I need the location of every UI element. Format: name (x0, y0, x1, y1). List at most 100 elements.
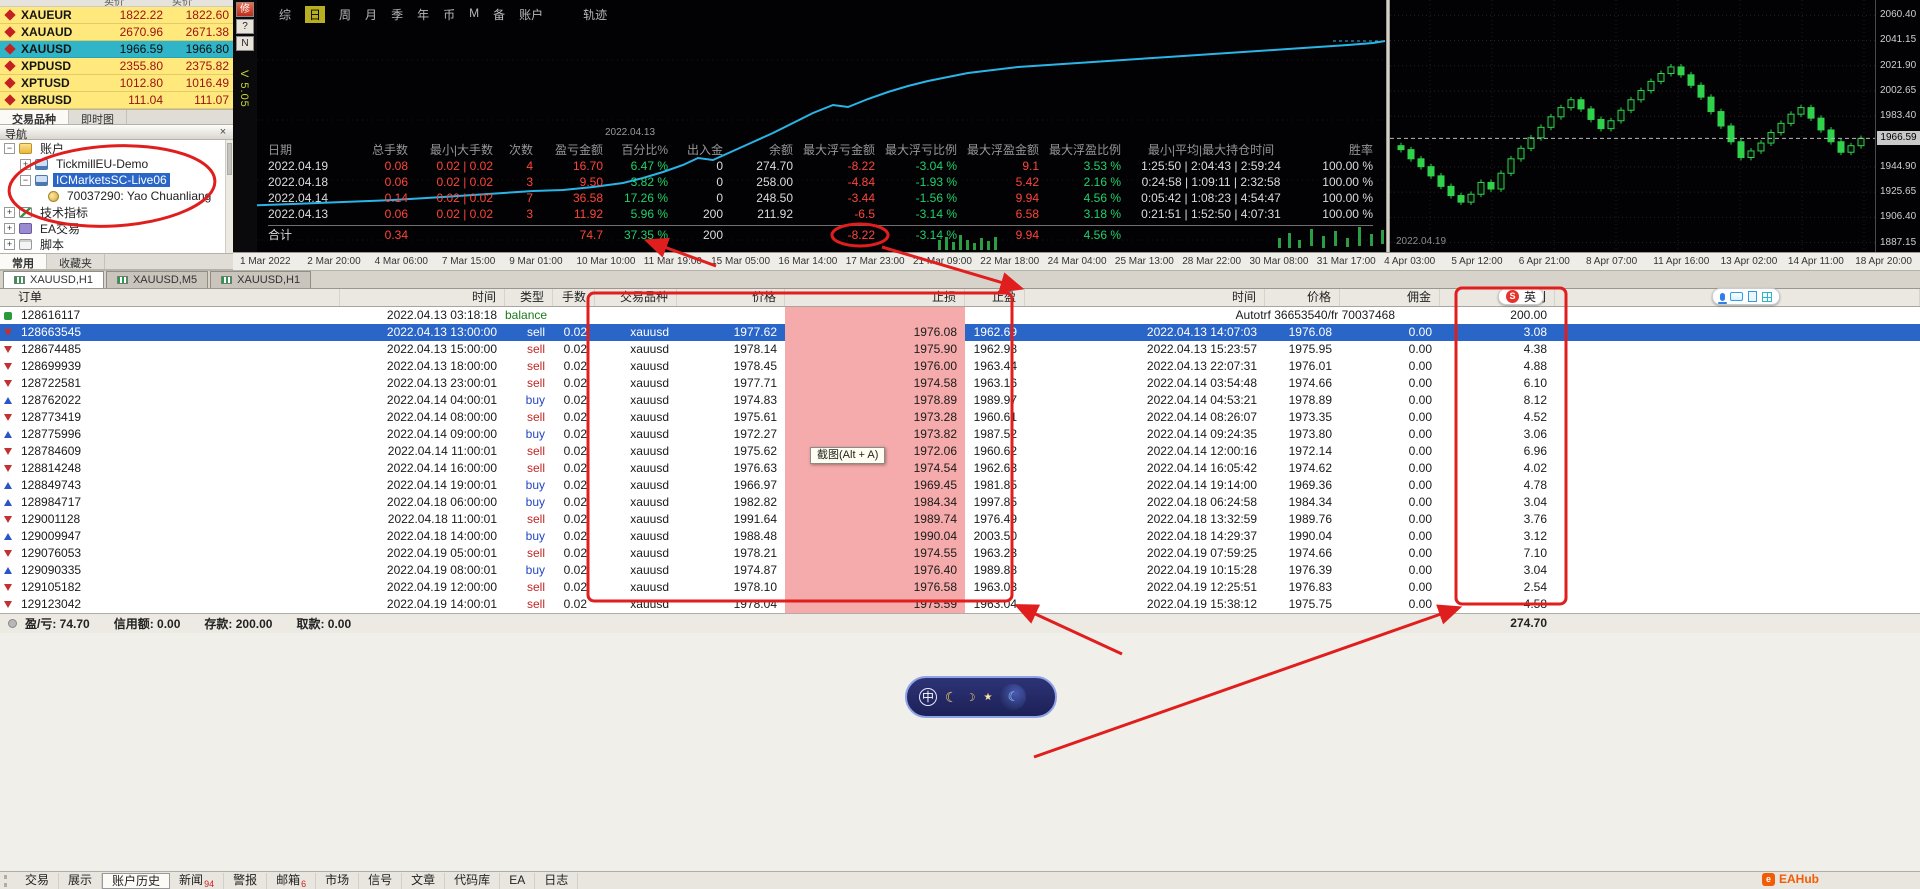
chart-toolbar-item[interactable]: M (469, 6, 479, 23)
ime-tools-toolbar[interactable] (1712, 288, 1780, 305)
market-watch-row[interactable]: XPDUSD 2355.80 2375.82 (0, 58, 233, 75)
history-row[interactable]: 128762022 2022.04.14 04:00:01 buy 0.02 xauus… (0, 392, 1920, 409)
navigator-item[interactable]: − ICMarketsSC-Live06 (0, 172, 225, 188)
navigator-item[interactable]: + EA交易 (0, 220, 225, 236)
history-header-10[interactable]: 佣金 (1340, 289, 1440, 306)
history-header-3[interactable]: 手数 (553, 289, 595, 306)
market-watch-row[interactable]: XAUUSD 1966.59 1966.80 (0, 41, 233, 58)
bottom-tab-0[interactable]: 交易 (16, 872, 60, 889)
close-time-cell: 2022.04.13 14:07:03 (1146, 325, 1257, 339)
bottom-tab-4[interactable]: 警报 (224, 872, 268, 889)
screenshot-floating-toolbar[interactable]: 中 ☾ ☽ ★ ☾ (905, 676, 1057, 718)
bottom-tab-5[interactable]: 邮箱6 (267, 872, 317, 889)
bottom-tab-2[interactable]: 账户历史 (102, 872, 171, 889)
language-icon[interactable]: 中 (919, 688, 937, 706)
navigator-item[interactable]: + 脚本 (0, 236, 225, 252)
navigator-item[interactable]: + TickmillEU-Demo (0, 156, 225, 172)
moon-icon[interactable]: ☾ (945, 689, 958, 706)
chart-toolbar-item[interactable]: 轨迹 (583, 6, 607, 23)
bottom-tab-10[interactable]: EA (500, 872, 536, 889)
chart-toolbar-item[interactable]: 周 (339, 6, 351, 23)
chart-side-button-0[interactable]: 修 (236, 2, 254, 17)
chart-toolbar-item[interactable]: 币 (443, 6, 455, 23)
tree-expander-icon[interactable]: + (4, 222, 15, 234)
bottom-tab-6[interactable]: 市场 (316, 872, 360, 889)
navigator-tab-1[interactable]: 收藏夹 (47, 254, 105, 270)
bottom-tab-7[interactable]: 信号 (359, 872, 403, 889)
microphone-icon[interactable] (1718, 292, 1727, 304)
history-header-9[interactable]: 价格 (1265, 289, 1340, 306)
history-header-7[interactable]: 止盈 (965, 289, 1025, 306)
chart-toolbar-item[interactable]: 综 (279, 6, 291, 23)
history-row[interactable]: 129001128 2022.04.18 11:00:01 sell 0.02 xauu… (0, 511, 1920, 528)
tree-expander-icon[interactable]: − (20, 174, 31, 186)
price-chart-panel[interactable]: 2022.04.19 (1390, 0, 1875, 252)
close-icon[interactable]: × (217, 126, 229, 138)
history-row[interactable]: 128814248 2022.04.14 16:00:00 sell 0.02 xauu… (0, 460, 1920, 477)
bottom-tab-3[interactable]: 新闻94 (170, 872, 225, 889)
toolbox-icon[interactable] (1762, 291, 1772, 302)
history-row[interactable]: 129090335 2022.04.19 08:00:01 buy 0.02 xauus… (0, 562, 1920, 579)
history-row[interactable]: 129123042 2022.04.19 14:00:01 sell 0.02 xauu… (0, 596, 1920, 613)
bottom-tab-9[interactable]: 代码库 (445, 872, 501, 889)
history-header-5[interactable]: 价格 (677, 289, 785, 306)
history-row[interactable]: 129105182 2022.04.19 12:00:00 sell 0.02 xauu… (0, 579, 1920, 596)
sleeping-cat-icon[interactable]: ☾ (1000, 684, 1027, 710)
tab-bar-grip[interactable] (4, 875, 7, 887)
history-row[interactable]: 129076053 2022.04.19 05:00:01 sell 0.02 xauu… (0, 545, 1920, 562)
chart-toolbar-item[interactable]: 年 (417, 6, 429, 23)
market-watch-row[interactable]: XAUAUD 2670.96 2671.38 (0, 24, 233, 41)
market-watch-row[interactable]: XPTUSD 1012.80 1016.49 (0, 75, 233, 92)
navigator-item[interactable]: − 账户 (0, 140, 225, 156)
bottom-tab-8[interactable]: 文章 (402, 872, 446, 889)
navigator-item[interactable]: + 技术指标 (0, 204, 225, 220)
bottom-tab-11[interactable]: 日志 (535, 872, 579, 889)
chart-side-button-1[interactable]: ? (236, 19, 254, 34)
market-watch-row[interactable]: XBRUSD 111.04 111.07 (0, 92, 233, 109)
market-watch-tab-0[interactable]: 交易品种 (0, 110, 69, 126)
navigator-item[interactable]: 70037290: Yao Chuanliang (0, 188, 225, 204)
market-watch-row[interactable]: XAUEUR 1822.22 1822.60 (0, 7, 233, 24)
history-row[interactable]: 128773419 2022.04.14 08:00:00 sell 0.02 xauu… (0, 409, 1920, 426)
history-row[interactable]: 128775996 2022.04.14 09:00:00 buy 0.02 xauus… (0, 426, 1920, 443)
chart-toolbar-item[interactable]: 季 (391, 6, 403, 23)
ime-toolbar[interactable]: S 英 (1498, 288, 1545, 305)
chart-tab-1[interactable]: XAUUSD,M5 (105, 271, 209, 288)
chart-tab-2[interactable]: XAUUSD,H1 (210, 271, 312, 288)
tree-expander-icon[interactable]: + (20, 158, 31, 170)
chart-side-button-2[interactable]: N (236, 36, 254, 51)
sogou-logo-icon[interactable]: S (1506, 290, 1519, 303)
chart-toolbar-item[interactable]: 月 (365, 6, 377, 23)
history-row[interactable]: 128616117 2022.04.13 03:18:18 balance Autot… (0, 307, 1920, 324)
navigator-tab-0[interactable]: 常用 (0, 254, 47, 270)
history-row[interactable]: 128699939 2022.04.13 18:00:00 sell 0.02 xauu… (0, 358, 1920, 375)
chart-toolbar-item[interactable]: 账户 (519, 6, 543, 23)
history-header-4[interactable]: 交易品种 (595, 289, 677, 306)
navigator-scrollbar[interactable] (225, 140, 233, 253)
ime-mode-label[interactable]: 英 (1524, 288, 1536, 305)
moon-icon[interactable]: ☽ (966, 691, 976, 704)
bottom-tab-1[interactable]: 展示 (59, 872, 103, 889)
chart-toolbar-item[interactable]: 日 (305, 6, 326, 23)
tree-expander-icon[interactable]: + (4, 238, 15, 250)
history-row[interactable]: 128984717 2022.04.18 06:00:00 buy 0.02 xauus… (0, 494, 1920, 511)
chart-toolbar-item[interactable]: 备 (493, 6, 505, 23)
tree-expander-icon[interactable]: + (4, 206, 15, 218)
history-header-8[interactable]: 时间 (1025, 289, 1265, 306)
history-row[interactable]: 128663545 2022.04.13 13:00:00 sell 0.02 xauu… (0, 324, 1920, 341)
history-header-2[interactable]: 类型 (505, 289, 553, 306)
history-row[interactable]: 129009947 2022.04.18 14:00:00 buy 0.02 xauus… (0, 528, 1920, 545)
keyboard-icon[interactable] (1730, 292, 1743, 301)
history-row[interactable]: 128849743 2022.04.14 19:00:01 buy 0.02 xauus… (0, 477, 1920, 494)
chart-tab-0[interactable]: XAUUSD,H1 (3, 271, 104, 288)
history-header-6[interactable]: 止损 (785, 289, 965, 306)
history-row[interactable]: 128722581 2022.04.13 23:00:01 sell 0.02 xauu… (0, 375, 1920, 392)
clipboard-icon[interactable] (1748, 291, 1757, 302)
equity-chart-panel[interactable]: 修? N V 5.05 综日周月季年币 M 备账户 轨迹 2022.04.13 日期 总手… (233, 0, 1386, 252)
tree-expander-icon[interactable]: − (4, 142, 15, 154)
market-watch-tab-1[interactable]: 即时图 (69, 110, 127, 126)
history-row[interactable]: 128674485 2022.04.13 15:00:00 sell 0.02 xauu… (0, 341, 1920, 358)
history-row[interactable]: 128784609 2022.04.14 11:00:01 sell 0.02 xauu… (0, 443, 1920, 460)
history-header-0[interactable]: 订单 (0, 289, 340, 306)
history-header-1[interactable]: 时间 (340, 289, 505, 306)
